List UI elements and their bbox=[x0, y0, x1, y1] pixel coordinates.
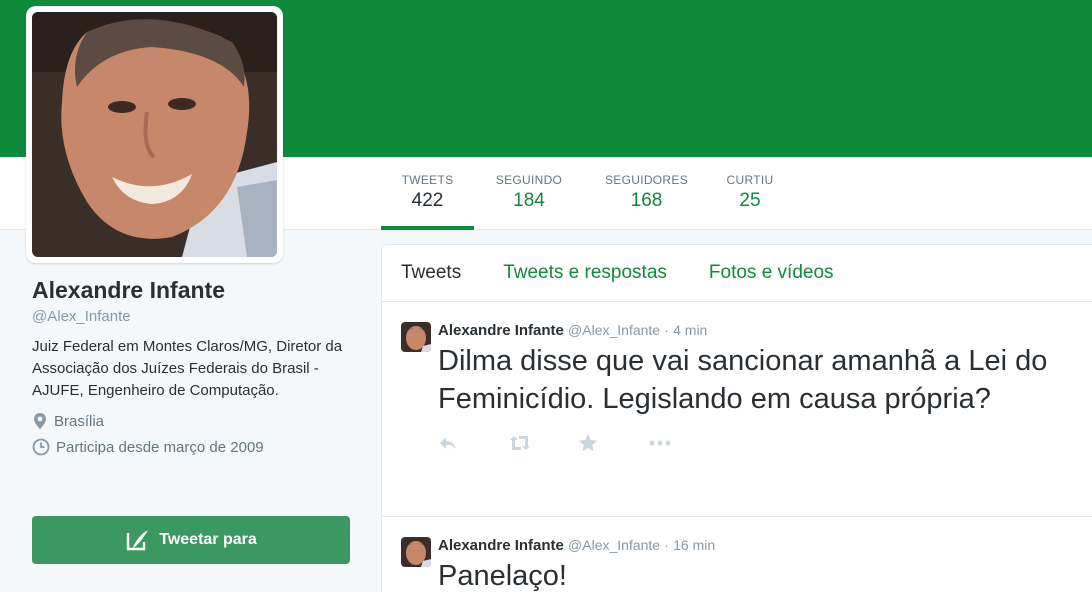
tab-tweets[interactable]: Tweets bbox=[401, 262, 461, 284]
timeline-tabs: Tweets Tweets e respostas Fotos e vídeos bbox=[382, 245, 1092, 302]
tweet-header: Alexandre Infante @Alex_Infante · 16 min bbox=[438, 517, 1092, 554]
stat-followers-value: 168 bbox=[630, 190, 663, 211]
tab-tweets-and-replies[interactable]: Tweets e respostas bbox=[503, 262, 667, 284]
avatar-photo bbox=[32, 12, 277, 257]
stat-tweets[interactable]: TWEETS 422 bbox=[381, 157, 474, 230]
tweet-to-button[interactable]: Tweetar para bbox=[32, 516, 350, 564]
tweet-timestamp[interactable]: 16 min bbox=[673, 537, 715, 553]
stat-likes-label: CURTIU bbox=[726, 173, 774, 187]
more-icon bbox=[649, 440, 671, 446]
profile-card: Alexandre Infante @Alex_Infante Juiz Fed… bbox=[32, 277, 350, 456]
tweet-author-handle[interactable]: @Alex_Infante bbox=[568, 322, 660, 338]
profile-joined: Participa desde março de 2009 bbox=[32, 438, 350, 456]
profile-handle[interactable]: @Alex_Infante bbox=[32, 308, 350, 325]
tweet-author-handle[interactable]: @Alex_Infante bbox=[568, 537, 660, 553]
tweet-avatar-photo bbox=[401, 322, 431, 352]
stat-following[interactable]: SEGUINDO 184 bbox=[474, 157, 584, 230]
tweet-separator: · bbox=[664, 322, 669, 338]
reply-icon bbox=[440, 437, 456, 449]
stat-following-value: 184 bbox=[513, 190, 545, 211]
reply-button[interactable] bbox=[438, 435, 508, 451]
tweet-avatar[interactable] bbox=[401, 537, 431, 567]
like-star-icon bbox=[579, 434, 597, 452]
stat-followers-label: SEGUIDORES bbox=[604, 173, 688, 187]
tweet-avatar[interactable] bbox=[401, 322, 431, 352]
stat-tweets-value: 422 bbox=[411, 190, 444, 211]
joined-text: Participa desde março de 2009 bbox=[56, 438, 264, 456]
stat-following-label: SEGUINDO bbox=[495, 173, 563, 187]
profile-stats: TWEETS 422 SEGUINDO 184 SEGUIDORES 168 C… bbox=[381, 157, 791, 230]
stat-tweets-label: TWEETS bbox=[401, 173, 454, 187]
clock-icon bbox=[32, 438, 50, 456]
profile-name[interactable]: Alexandre Infante bbox=[32, 277, 350, 304]
tweet-text: Panelaço! bbox=[438, 560, 567, 592]
compose-icon bbox=[127, 530, 149, 551]
profile-avatar[interactable] bbox=[26, 6, 283, 263]
tweet-item[interactable]: Alexandre Infante @Alex_Infante · 4 min … bbox=[382, 302, 1092, 517]
tweet-author-name[interactable]: Alexandre Infante bbox=[438, 537, 564, 554]
stat-likes[interactable]: CURTIU 25 bbox=[709, 157, 791, 230]
map-pin-icon bbox=[34, 413, 46, 429]
tweet-actions bbox=[438, 418, 1092, 460]
profile-location: Brasília bbox=[32, 412, 350, 430]
tweet-timestamp[interactable]: 4 min bbox=[673, 322, 707, 338]
tweet-item[interactable]: Alexandre Infante @Alex_Infante · 16 min… bbox=[382, 517, 1092, 592]
profile-bio: Juiz Federal em Montes Claros/MG, Direto… bbox=[32, 338, 343, 399]
tweet-header: Alexandre Infante @Alex_Infante · 4 min bbox=[438, 302, 1092, 339]
tweet-separator: · bbox=[664, 537, 669, 553]
tweet-to-label: Tweetar para bbox=[159, 531, 257, 548]
tweet-avatar-photo bbox=[401, 537, 431, 567]
stat-followers[interactable]: SEGUIDORES 168 bbox=[584, 157, 709, 230]
stat-likes-value: 25 bbox=[739, 190, 761, 211]
tweet-text: Dilma disse que vai sancionar amanhã a L… bbox=[438, 345, 1048, 415]
tweet-author-name[interactable]: Alexandre Infante bbox=[438, 322, 564, 339]
tab-photos-and-videos[interactable]: Fotos e vídeos bbox=[709, 262, 834, 284]
retweet-icon bbox=[510, 436, 530, 450]
timeline: Tweets Tweets e respostas Fotos e vídeos… bbox=[381, 244, 1092, 592]
like-button[interactable] bbox=[578, 434, 648, 452]
retweet-button[interactable] bbox=[508, 435, 578, 451]
location-text: Brasília bbox=[54, 412, 105, 430]
more-button[interactable] bbox=[648, 439, 718, 447]
